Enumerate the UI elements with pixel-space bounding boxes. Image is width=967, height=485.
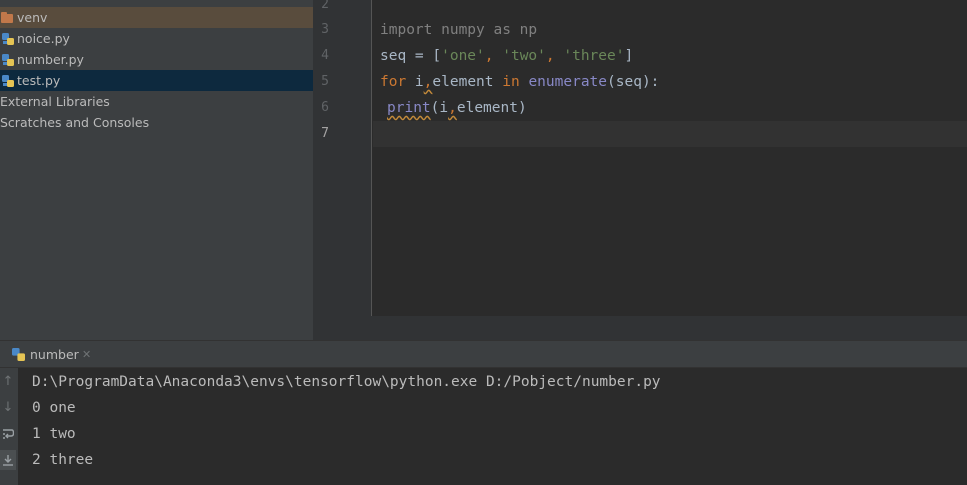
- scroll-to-end-icon[interactable]: [0, 450, 16, 470]
- code-line-6: print(i,element): [387, 95, 527, 121]
- code-line-4: seq = ['one', 'two', 'three']: [380, 43, 633, 69]
- project-panel: venv noice.py number.py test.py External…: [0, 0, 313, 340]
- code-token: element): [456, 100, 527, 116]
- string-token: 'one': [441, 48, 485, 64]
- tree-item-external-libraries[interactable]: External Libraries: [0, 91, 313, 112]
- line-number: 3: [321, 22, 329, 37]
- code-line-5: for i,element in enumerate(seq):: [380, 69, 659, 95]
- line-number: 4: [321, 48, 329, 63]
- keyword-token: in: [502, 74, 520, 90]
- console-output[interactable]: D:\ProgramData\Anaconda3\envs\tensorflow…: [18, 368, 967, 485]
- python-file-icon: [2, 54, 14, 66]
- line-number: 5: [321, 74, 329, 89]
- warning-token: ,: [448, 100, 457, 116]
- run-tab-number[interactable]: number ✕: [0, 341, 100, 368]
- run-tab-label: number: [30, 347, 79, 362]
- tree-item-label: Scratches and Consoles: [0, 115, 150, 130]
- builtin-token: enumerate: [519, 74, 608, 90]
- console-line: D:\ProgramData\Anaconda3\envs\tensorflow…: [32, 374, 661, 390]
- close-icon[interactable]: ✕: [82, 341, 91, 368]
- soft-wrap-glyph: [3, 429, 15, 439]
- run-toolbar: ↑ ↓: [0, 368, 18, 485]
- python-run-icon: [12, 348, 25, 361]
- editor-breadcrumb-bar: [313, 316, 967, 340]
- code-token: ,: [484, 48, 503, 64]
- run-panel-header: number ✕: [0, 340, 967, 368]
- console-line: 0 one: [32, 400, 76, 416]
- tree-item-number-py[interactable]: number.py: [0, 49, 313, 70]
- line-number-current: 7: [321, 126, 329, 141]
- console-line: 1 two: [32, 426, 76, 442]
- code-token: element: [432, 74, 503, 90]
- scroll-to-end-glyph: [3, 455, 13, 466]
- python-file-icon: [2, 75, 14, 87]
- code-token: i: [406, 74, 424, 90]
- line-number: 6: [321, 100, 329, 115]
- tree-item-label: External Libraries: [0, 94, 110, 109]
- builtin-token: print: [387, 100, 431, 116]
- line-number-gutter: 2 3 4 5 6 7: [313, 0, 372, 316]
- tree-item-label: number.py: [17, 52, 84, 67]
- arrow-down-icon[interactable]: ↓: [0, 398, 16, 418]
- tree-item-scratches-and-consoles[interactable]: Scratches and Consoles: [0, 112, 313, 133]
- arrow-up-icon[interactable]: ↑: [0, 372, 16, 392]
- soft-wrap-icon[interactable]: [0, 424, 16, 444]
- python-file-icon: [2, 33, 14, 45]
- tree-item-label: noice.py: [17, 31, 70, 46]
- code-line-3: import numpy as np: [380, 22, 538, 38]
- code-token: ,: [545, 48, 564, 64]
- code-token: (i: [430, 100, 449, 116]
- folder-icon: [1, 12, 13, 24]
- tree-item-venv[interactable]: venv: [0, 7, 313, 28]
- tree-item-label: test.py: [17, 73, 61, 88]
- tree-item-test-py[interactable]: test.py: [0, 70, 313, 91]
- tree-item-noice-py[interactable]: noice.py: [0, 28, 313, 49]
- code-editor[interactable]: 2 3 4 5 6 7 import numpy as np seq = ['o…: [313, 0, 967, 316]
- tree-item-label: venv: [17, 10, 48, 25]
- code-token: seq = [: [380, 48, 442, 64]
- string-token: 'two': [502, 48, 546, 64]
- console-line: 2 three: [32, 452, 94, 468]
- current-line-highlight: [373, 121, 967, 147]
- string-token: 'three': [563, 48, 625, 64]
- code-token: (seq):: [607, 74, 660, 90]
- line-number: 2: [321, 0, 329, 12]
- code-token: ]: [624, 48, 634, 64]
- keyword-token: for: [380, 74, 407, 90]
